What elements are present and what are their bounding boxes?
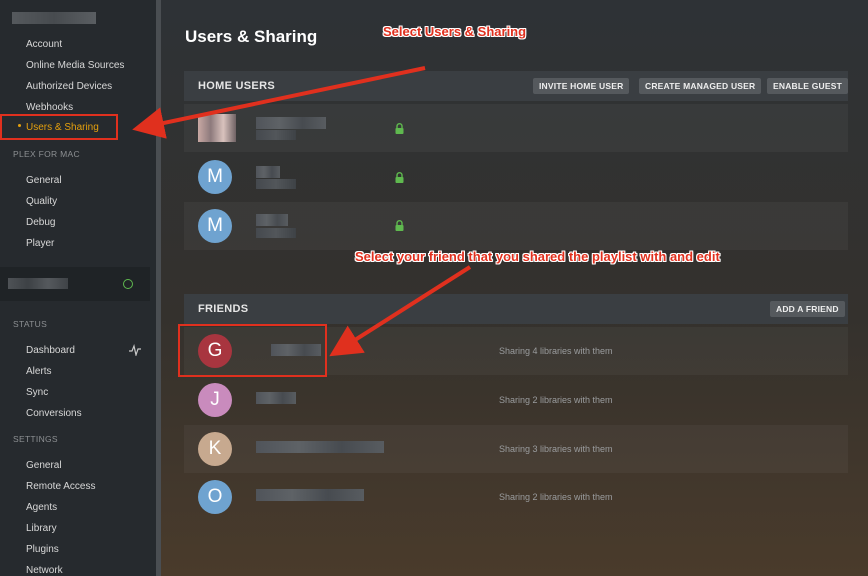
- sidebar-item-library[interactable]: Library: [26, 523, 57, 535]
- server-status-icon: [123, 279, 133, 289]
- avatar: G: [198, 334, 232, 368]
- user-email-blurred: [256, 130, 296, 140]
- friend-name-blurred: [256, 392, 296, 404]
- home-users-header: HOME USERS INVITE HOME USER CREATE MANAG…: [184, 71, 848, 101]
- main-content: Users & Sharing HOME USERS INVITE HOME U…: [161, 0, 868, 576]
- sidebar-item-player[interactable]: Player: [26, 238, 54, 250]
- avatar: K: [198, 432, 232, 466]
- lock-icon: [395, 123, 404, 134]
- sharing-description: Sharing 4 libraries with them: [499, 346, 613, 356]
- avatar: J: [198, 383, 232, 417]
- sidebar-item-alerts[interactable]: Alerts: [26, 366, 52, 378]
- active-indicator-dot: [18, 124, 21, 127]
- user-name-blurred: [256, 166, 280, 178]
- friend-row[interactable]: G Sharing 4 libraries with them: [184, 327, 848, 375]
- section-settings: SETTINGS: [13, 434, 58, 444]
- avatar: M: [198, 160, 232, 194]
- sidebar-item-general[interactable]: General: [26, 175, 62, 187]
- sidebar-item-remote-access[interactable]: Remote Access: [26, 481, 95, 493]
- friends-header: FRIENDS ADD A FRIEND: [184, 294, 848, 324]
- sidebar-item-network[interactable]: Network: [26, 565, 63, 576]
- sidebar-item-agents[interactable]: Agents: [26, 502, 57, 514]
- activity-icon: [129, 344, 141, 356]
- sidebar-item-plugins[interactable]: Plugins: [26, 544, 59, 556]
- avatar: [198, 114, 236, 142]
- friend-name-blurred: [271, 344, 321, 356]
- sidebar-item-sync[interactable]: Sync: [26, 387, 48, 399]
- avatar: O: [198, 480, 232, 514]
- sidebar-item-users-sharing[interactable]: Users & Sharing: [26, 122, 99, 134]
- sidebar-item-authorized-devices[interactable]: Authorized Devices: [26, 81, 112, 93]
- sharing-description: Sharing 2 libraries with them: [499, 395, 613, 405]
- friend-name-blurred: [256, 489, 364, 501]
- home-users-title: HOME USERS: [198, 80, 275, 92]
- sharing-description: Sharing 2 libraries with them: [499, 492, 613, 502]
- annotation-text-1: Select Users & Sharing: [383, 24, 527, 39]
- sidebar-item-account[interactable]: Account: [26, 39, 62, 51]
- section-plex-for-mac: PLEX FOR MAC: [13, 149, 80, 159]
- sidebar-item-conversions[interactable]: Conversions: [26, 408, 82, 420]
- section-status: STATUS: [13, 319, 48, 329]
- add-friend-button[interactable]: ADD A FRIEND: [770, 301, 845, 317]
- friend-row[interactable]: O Sharing 2 libraries with them: [184, 473, 848, 521]
- create-managed-user-button[interactable]: CREATE MANAGED USER: [639, 78, 762, 94]
- sidebar-item-online-media-sources[interactable]: Online Media Sources: [26, 60, 124, 72]
- user-email-blurred: [256, 179, 296, 189]
- sidebar-item-debug[interactable]: Debug: [26, 217, 55, 229]
- user-email-blurred: [256, 228, 296, 238]
- invite-home-user-button[interactable]: INVITE HOME USER: [533, 78, 630, 94]
- home-user-row[interactable]: M: [184, 153, 848, 201]
- annotation-text-2: Select your friend that you shared the p…: [355, 249, 720, 264]
- sidebar-item-quality[interactable]: Quality: [26, 196, 57, 208]
- home-user-row[interactable]: M: [184, 202, 848, 250]
- user-name-blurred: [256, 214, 288, 226]
- sidebar: Account Online Media Sources Authorized …: [0, 0, 156, 576]
- avatar: M: [198, 209, 232, 243]
- lock-icon: [395, 172, 404, 183]
- account-name-blurred: [12, 12, 96, 24]
- friend-name-blurred: [256, 441, 384, 453]
- friends-title: FRIENDS: [198, 303, 249, 315]
- sidebar-item-settings-general[interactable]: General: [26, 460, 62, 472]
- server-selector[interactable]: [0, 267, 150, 301]
- sidebar-item-dashboard[interactable]: Dashboard: [26, 345, 75, 357]
- sharing-description: Sharing 3 libraries with them: [499, 444, 613, 454]
- sidebar-item-webhooks[interactable]: Webhooks: [26, 102, 73, 114]
- user-name-blurred: [256, 117, 326, 129]
- friend-row[interactable]: J Sharing 2 libraries with them: [184, 376, 848, 424]
- server-name-blurred: [8, 278, 68, 289]
- page-title: Users & Sharing: [185, 27, 318, 46]
- home-user-row[interactable]: [184, 104, 848, 152]
- friend-row[interactable]: K Sharing 3 libraries with them: [184, 425, 848, 473]
- enable-guest-button[interactable]: ENABLE GUEST: [767, 78, 848, 94]
- lock-icon: [395, 220, 404, 231]
